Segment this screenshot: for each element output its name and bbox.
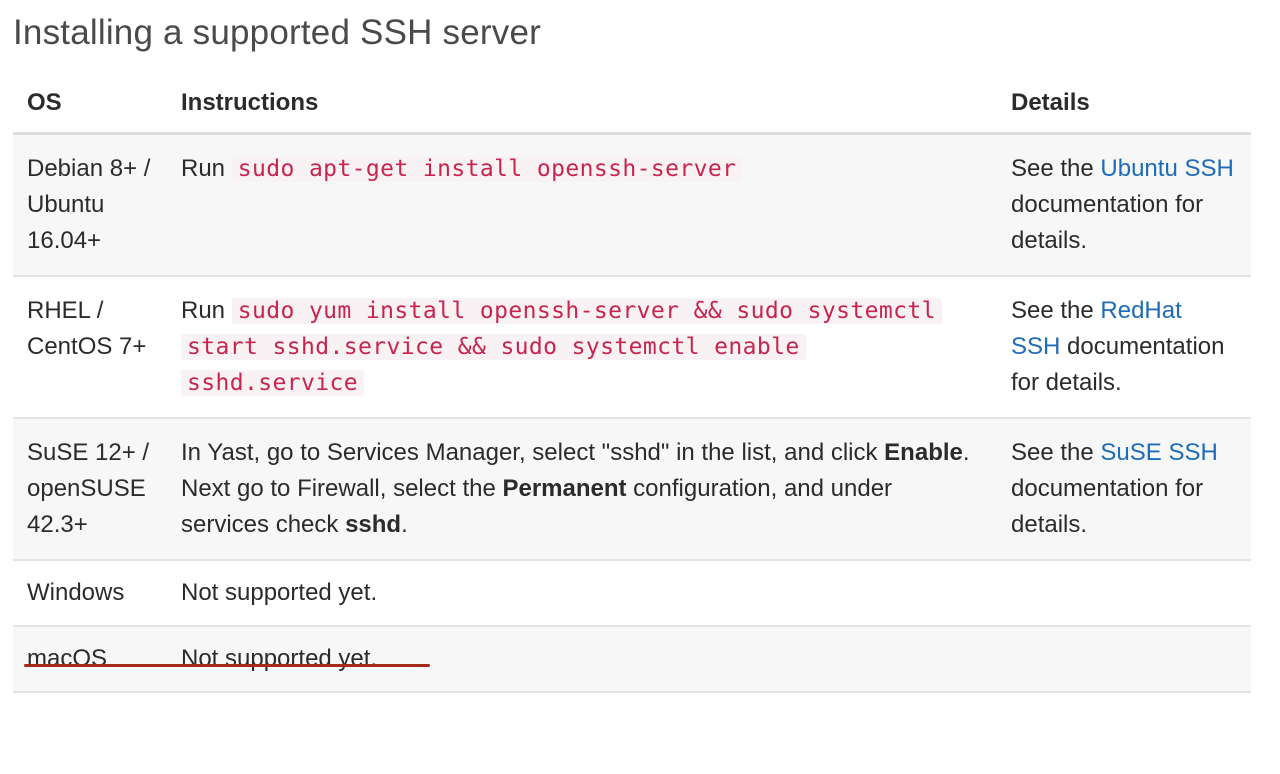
details-cell: See the SuSE SSH documentation for detai… (997, 418, 1251, 561)
table-row: macOS Not supported yet. (13, 626, 1251, 693)
table-header-row: OS Instructions Details (13, 74, 1251, 135)
os-cell: macOS (13, 626, 167, 693)
sshd-label: sshd (345, 511, 402, 538)
details-text: See the (1011, 439, 1101, 466)
install-command: sudo apt-get install openssh-server (231, 156, 743, 182)
annotation-underline (24, 664, 430, 667)
instructions-cell: In Yast, go to Services Manager, select … (167, 418, 997, 561)
os-cell: SuSE 12+ / openSUSE 42.3+ (13, 418, 167, 561)
os-cell: RHEL / CentOS 7+ (13, 276, 167, 419)
instructions-text: In Yast, go to Services Manager, select … (181, 439, 885, 466)
instructions-cell: Run sudo yum install openssh-server && s… (167, 276, 997, 419)
permanent-label: Permanent (502, 475, 627, 502)
instructions-cell: Not supported yet. (167, 560, 997, 627)
ubuntu-ssh-link[interactable]: Ubuntu SSH (1100, 155, 1233, 182)
table-row: Debian 8+ / Ubuntu 16.04+ Run sudo apt-g… (13, 133, 1251, 277)
details-text: See the (1011, 297, 1101, 324)
instructions-text: Run (181, 155, 232, 182)
instructions-text: Run (181, 297, 232, 324)
header-os: OS (13, 74, 167, 135)
details-text: See the (1011, 155, 1101, 182)
details-cell: See the RedHat SSH documentation for det… (997, 276, 1251, 419)
ssh-server-table: OS Instructions Details Debian 8+ / Ubun… (13, 74, 1251, 693)
suse-ssh-link[interactable]: SuSE SSH (1100, 439, 1217, 466)
instructions-text: . (401, 511, 408, 538)
table-row: SuSE 12+ / openSUSE 42.3+ In Yast, go to… (13, 418, 1251, 561)
enable-label: Enable (884, 439, 963, 466)
os-cell: Debian 8+ / Ubuntu 16.04+ (13, 133, 167, 277)
details-cell: See the Ubuntu SSH documentation for det… (997, 133, 1251, 277)
header-instructions: Instructions (167, 74, 997, 135)
instructions-cell: Run sudo apt-get install openssh-server (167, 133, 997, 277)
page: Installing a supported SSH server OS Ins… (13, 0, 1251, 693)
install-command: sudo yum install openssh-server && sudo … (181, 298, 942, 396)
details-cell (997, 560, 1251, 627)
details-text: documentation for details. (1011, 191, 1204, 254)
os-cell: Windows (13, 560, 167, 627)
table-row: RHEL / CentOS 7+ Run sudo yum install op… (13, 276, 1251, 419)
page-title: Installing a supported SSH server (13, 13, 541, 52)
details-cell (997, 626, 1251, 693)
table-row: Windows Not supported yet. (13, 560, 1251, 627)
header-details: Details (997, 74, 1251, 135)
details-text: documentation for details. (1011, 475, 1204, 538)
instructions-cell: Not supported yet. (167, 626, 997, 693)
